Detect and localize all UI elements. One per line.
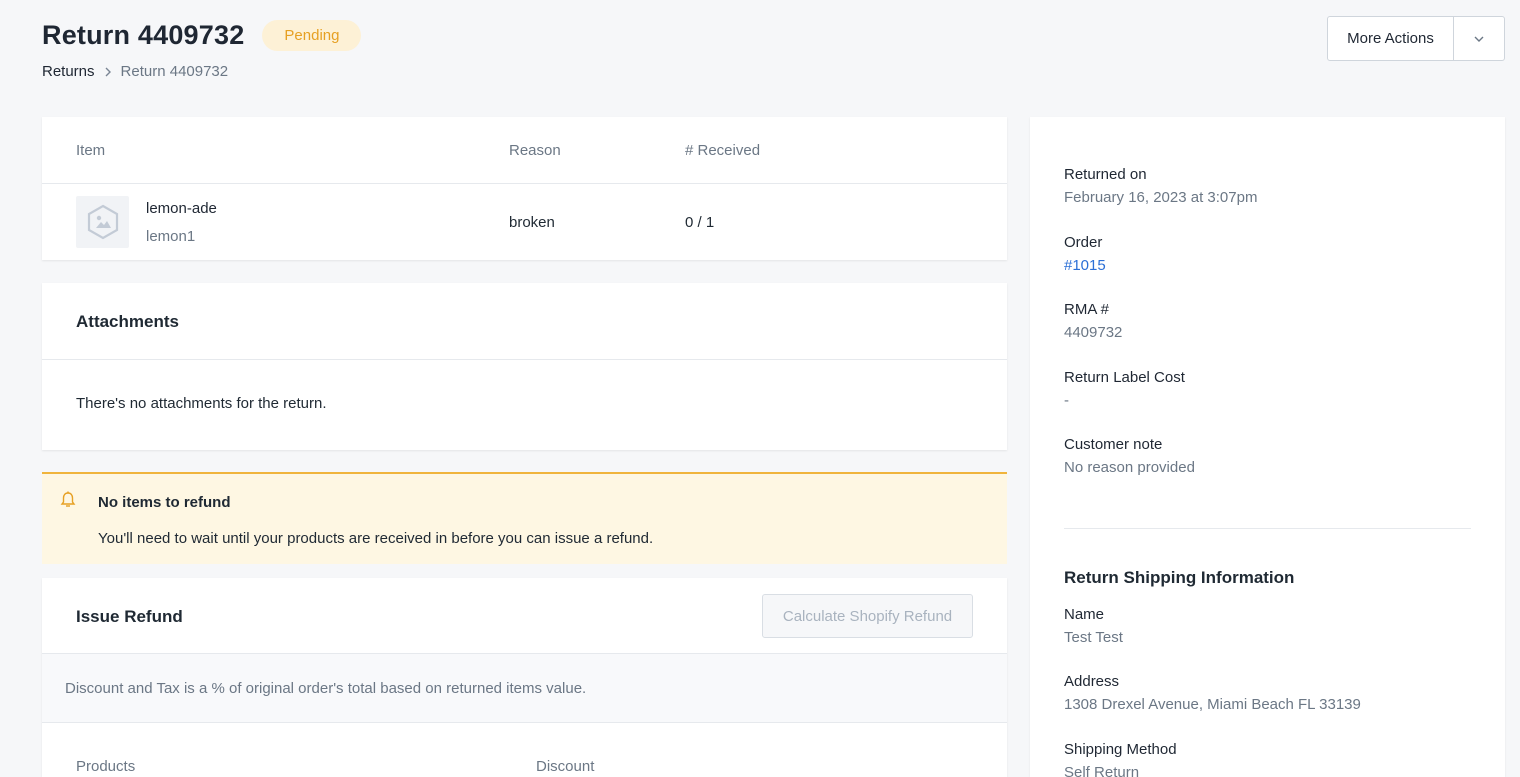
no-items-to-refund-alert: No items to refund You'll need to wait u…: [42, 472, 1007, 564]
product-image-placeholder-icon: [76, 196, 129, 248]
shipping-name-field: Name Test Test: [1064, 606, 1123, 646]
shipping-name-value: Test Test: [1064, 629, 1123, 646]
label-cost-value: -: [1064, 392, 1069, 409]
title-row: Return 4409732 Pending: [42, 20, 362, 51]
rma-field: RMA # 4409732: [1064, 301, 1122, 341]
shipping-address-value: 1308 Drexel Avenue, Miami Beach FL 33139: [1064, 696, 1361, 713]
returned-items-card: Item Reason # Received lemon-ade lemon1 …: [42, 117, 1007, 260]
chevron-right-icon: [103, 66, 113, 78]
customer-note-label: Customer note: [1064, 436, 1163, 453]
table-row: lemon-ade lemon1 broken 0 / 1: [42, 184, 1007, 260]
returned-on-field: Returned on February 16, 2023 at 3:07pm: [1064, 166, 1257, 206]
shipping-name-label: Name: [1064, 606, 1105, 623]
more-actions-button[interactable]: More Actions: [1327, 16, 1454, 61]
column-discount: Discount: [536, 758, 595, 775]
refund-note: Discount and Tax is a % of original orde…: [42, 654, 1007, 723]
refund-title: Issue Refund: [76, 607, 183, 626]
item-name: lemon-ade: [146, 200, 217, 217]
refund-table-header: Products Discount: [42, 723, 1007, 777]
customer-note-value: No reason provided: [1064, 459, 1195, 476]
column-received: # Received: [685, 142, 761, 159]
attachments-card: Attachments There's no attachments for t…: [42, 283, 1007, 450]
column-item: Item: [76, 142, 106, 159]
shipping-method-field: Shipping Method Self Return: [1064, 741, 1177, 777]
more-actions-group: More Actions: [1327, 16, 1505, 61]
customer-note-field: Customer note No reason provided: [1064, 436, 1195, 476]
label-cost-field: Return Label Cost -: [1064, 369, 1185, 409]
more-actions-dropdown-toggle[interactable]: [1454, 16, 1505, 61]
shipping-info-title: Return Shipping Information: [1064, 568, 1295, 587]
return-details-panel: Returned on February 16, 2023 at 3:07pm …: [1030, 117, 1505, 777]
shipping-method-label: Shipping Method: [1064, 741, 1177, 758]
label-cost-label: Return Label Cost: [1064, 369, 1185, 386]
order-link[interactable]: #1015: [1064, 257, 1106, 274]
shipping-address-label: Address: [1064, 673, 1120, 690]
item-sku: lemon1: [146, 228, 196, 245]
order-field: Order #1015: [1064, 234, 1106, 274]
returned-on-label: Returned on: [1064, 166, 1147, 183]
refund-header: Issue Refund Calculate Shopify Refund: [42, 578, 1007, 654]
chevron-down-icon: [1473, 30, 1485, 48]
item-reason: broken: [509, 214, 555, 231]
issue-refund-card: Issue Refund Calculate Shopify Refund Di…: [42, 578, 1007, 777]
page-header: Return 4409732 Pending Returns Return 44…: [42, 20, 362, 80]
rma-value: 4409732: [1064, 324, 1123, 341]
breadcrumb: Returns Return 4409732: [42, 63, 361, 80]
attachments-title: Attachments: [42, 283, 1007, 360]
items-table-header: Item Reason # Received: [42, 117, 1007, 184]
status-badge: Pending: [262, 20, 362, 51]
bell-icon: [60, 491, 76, 514]
breadcrumb-current: Return 4409732: [120, 63, 229, 80]
alert-text: You'll need to wait until your products …: [98, 530, 654, 547]
shipping-method-value: Self Return: [1064, 764, 1140, 777]
order-label: Order: [1064, 234, 1103, 251]
column-products: Products: [76, 758, 136, 775]
attachments-empty-text: There's no attachments for the return.: [76, 395, 327, 412]
alert-title: No items to refund: [98, 494, 231, 511]
page-title: Return 4409732: [42, 20, 245, 50]
divider: [1064, 528, 1471, 529]
column-reason: Reason: [509, 142, 561, 159]
rma-label: RMA #: [1064, 301, 1110, 318]
breadcrumb-returns-link[interactable]: Returns: [42, 63, 95, 80]
item-received-count: 0 / 1: [685, 214, 715, 231]
shipping-address-field: Address 1308 Drexel Avenue, Miami Beach …: [1064, 673, 1361, 713]
calculate-shopify-refund-button[interactable]: Calculate Shopify Refund: [762, 594, 973, 638]
returned-on-value: February 16, 2023 at 3:07pm: [1064, 189, 1258, 206]
